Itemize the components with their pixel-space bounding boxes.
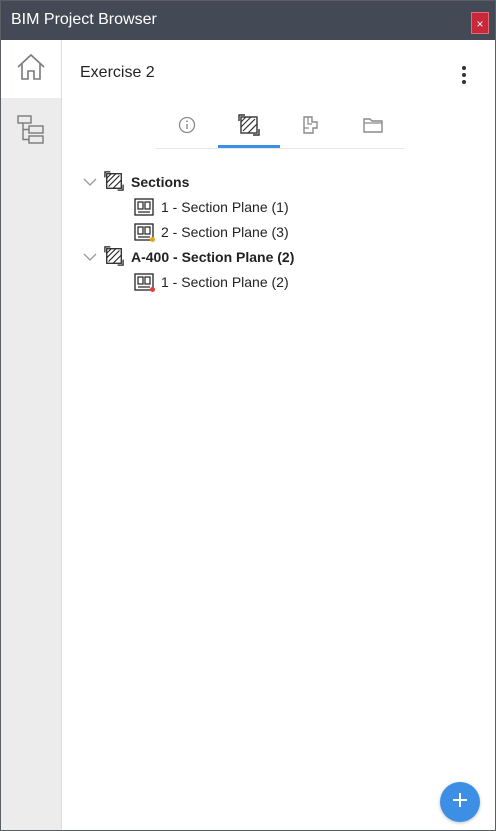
section-plane-icon <box>134 273 155 292</box>
close-button[interactable]: × <box>471 12 489 34</box>
tree-group-sections[interactable]: Sections <box>82 170 189 194</box>
tree-item-label: 1 - Section Plane (2) <box>161 274 289 290</box>
tab-floor-plans[interactable] <box>280 108 342 146</box>
info-icon <box>177 115 197 140</box>
section-icon <box>104 170 124 194</box>
tree-item-label: 2 - Section Plane (3) <box>161 224 289 240</box>
section-icon <box>104 245 124 269</box>
home-icon <box>15 52 47 87</box>
sidebar-home-button[interactable] <box>1 40 61 98</box>
status-dot <box>150 287 155 292</box>
tab-files[interactable] <box>342 108 404 146</box>
tree-group-a-400[interactable]: A-400 - Section Plane (2) <box>82 245 294 269</box>
tree-item-section-plane[interactable]: 2 - Section Plane (3) <box>134 220 289 244</box>
chevron-down-icon[interactable] <box>82 249 98 265</box>
tree-group-label: Sections <box>131 174 190 190</box>
section-plane-icon <box>134 198 154 216</box>
tree-structure-icon <box>15 113 47 150</box>
tree-group-label: A-400 - Section Plane (2) <box>131 249 295 265</box>
add-button[interactable] <box>440 782 480 822</box>
tab-sections[interactable] <box>218 108 280 148</box>
tree-item-section-plane[interactable]: 1 - Section Plane (2) <box>134 270 289 294</box>
tree-item-section-plane[interactable]: 1 - Section Plane (1) <box>134 195 289 219</box>
tree-item-label: 1 - Section Plane (1) <box>161 199 289 215</box>
tab-info[interactable] <box>156 108 218 146</box>
more-options-button[interactable] <box>454 62 474 88</box>
window-title: BIM Project Browser <box>11 11 157 28</box>
section-plane-icon <box>134 223 155 242</box>
floor-plan-icon <box>300 114 322 141</box>
title-bar: BIM Project Browser × <box>1 1 495 40</box>
main-panel: Exercise 2 Sections 1 - Section Plane (1… <box>62 40 495 830</box>
tab-bar <box>156 108 404 149</box>
page-title: Exercise 2 <box>80 64 155 81</box>
add-icon <box>451 791 469 814</box>
status-dot <box>150 237 155 242</box>
bim-project-browser-window: BIM Project Browser × Exercise 2 Section… <box>0 0 496 831</box>
sidebar-structure-button[interactable] <box>1 102 61 160</box>
section-icon <box>238 113 260 141</box>
sidebar <box>1 40 62 830</box>
folder-icon <box>362 115 384 140</box>
chevron-down-icon[interactable] <box>82 174 98 190</box>
